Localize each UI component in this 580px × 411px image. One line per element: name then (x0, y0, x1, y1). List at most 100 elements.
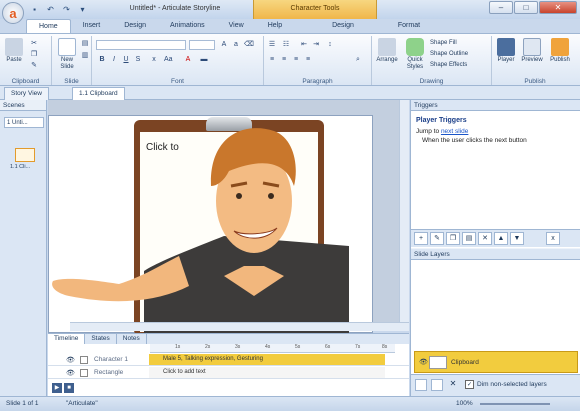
move-down-icon[interactable]: ▼ (510, 232, 524, 245)
tab-notes[interactable]: Notes (117, 334, 147, 344)
delete-trigger-icon[interactable]: ✕ (478, 232, 492, 245)
publish-button[interactable]: Publish (547, 38, 573, 64)
arrange-button[interactable]: Arrange (374, 38, 400, 64)
slide-tab[interactable]: 1.1 Clipboard (72, 87, 125, 100)
increase-indent-icon[interactable]: ⇥ (312, 41, 320, 49)
slide-thumbnail[interactable] (15, 148, 35, 162)
zoom-level[interactable]: 100% (456, 397, 473, 411)
strikethrough-icon[interactable]: S (134, 56, 142, 64)
variables-icon[interactable]: x (546, 232, 560, 245)
dim-layers-checkbox[interactable]: ✓ (465, 380, 474, 389)
save-icon[interactable]: ▪ (28, 3, 41, 16)
preview-button[interactable]: Preview (519, 38, 545, 64)
layout-icon[interactable]: ▤ (81, 40, 89, 48)
find-icon[interactable]: ⌕ (354, 56, 362, 64)
shrink-font-icon[interactable]: a (232, 41, 240, 49)
tab-states[interactable]: States (85, 334, 117, 344)
copy-icon[interactable]: ❐ (30, 51, 38, 59)
bold-icon[interactable]: B (98, 56, 106, 64)
move-up-icon[interactable]: ▲ (494, 232, 508, 245)
paste-button[interactable]: Paste (4, 38, 24, 64)
numbering-icon[interactable]: ☷ (282, 41, 290, 49)
layers-header: Slide Layers (411, 249, 580, 260)
delete-layer-icon[interactable]: ✕ (447, 379, 459, 391)
timeline-ruler[interactable]: 1s 2s 3s 4s 5s 6s 7s 8s (150, 344, 395, 353)
decrease-indent-icon[interactable]: ⇤ (300, 41, 308, 49)
tab-timeline[interactable]: Timeline (48, 334, 86, 344)
character-illustration[interactable] (49, 116, 349, 336)
zoom-slider[interactable] (480, 403, 550, 405)
tab-character-format[interactable]: Format (386, 19, 432, 33)
redo-icon[interactable]: ↷ (60, 3, 73, 16)
tab-view[interactable]: View (217, 19, 256, 33)
shape-fill-button[interactable]: Shape Fill (430, 40, 457, 46)
underline-icon[interactable]: U (122, 56, 130, 64)
next-slide-link[interactable]: next slide (441, 128, 468, 135)
play-icon[interactable]: ▶ (52, 383, 62, 393)
stage-vertical-scrollbar[interactable] (399, 100, 409, 331)
timeline-row[interactable]: 👁 Rectangle Click to add text (48, 367, 409, 379)
font-size-select[interactable] (189, 40, 215, 50)
case-icon[interactable]: Aa (164, 56, 173, 64)
stop-icon[interactable]: ■ (64, 383, 74, 393)
grow-font-icon[interactable]: A (220, 41, 228, 49)
align-center-icon[interactable]: ≡ (280, 56, 288, 64)
copy-trigger-icon[interactable]: ❐ (446, 232, 460, 245)
subscript-icon[interactable]: x (150, 56, 158, 64)
clear-format-icon[interactable]: ⌫ (244, 41, 254, 49)
eye-icon[interactable]: 👁 (66, 369, 75, 377)
quick-styles-button[interactable]: Quick Styles (402, 38, 428, 71)
tab-help[interactable]: Help (256, 19, 294, 33)
italic-icon[interactable]: I (110, 56, 118, 64)
lock-checkbox[interactable] (80, 356, 88, 364)
slide-label: Slide (64, 78, 79, 85)
timeline-bar[interactable]: Male 5, Talking expression, Gesturing (149, 354, 385, 365)
align-right-icon[interactable]: ≡ (292, 56, 300, 64)
eye-icon[interactable]: 👁 (66, 356, 75, 364)
maximize-button[interactable]: □ (514, 1, 538, 14)
duplicate-layer-icon[interactable] (431, 379, 443, 391)
story-view-tab[interactable]: Story View (4, 87, 49, 100)
justify-icon[interactable]: ≡ (304, 56, 312, 64)
edit-trigger-icon[interactable]: ✎ (430, 232, 444, 245)
line-spacing-icon[interactable]: ↕ (326, 41, 334, 49)
scene-select[interactable]: 1 Unti... (4, 117, 44, 128)
publish-label: Publish (524, 78, 546, 85)
tab-character-design[interactable]: Design (320, 19, 366, 33)
base-layer-row[interactable]: 👁 Clipboard (414, 351, 578, 373)
font-family-select[interactable] (96, 40, 186, 50)
stage-horizontal-scrollbar[interactable] (70, 322, 409, 331)
undo-icon[interactable]: ↶ (44, 3, 57, 16)
tab-design[interactable]: Design (112, 19, 158, 33)
slide-canvas[interactable]: Click to (48, 115, 373, 336)
timeline-row[interactable]: 👁 Character 1 Male 5, Talking expression… (48, 354, 409, 366)
new-slide-button[interactable]: New Slide (55, 38, 79, 71)
minimize-button[interactable]: – (489, 1, 513, 14)
tab-home[interactable]: Home (26, 19, 71, 33)
shape-outline-button[interactable]: Shape Outline (430, 51, 468, 57)
new-trigger-icon[interactable]: + (414, 232, 428, 245)
format-painter-icon[interactable]: ✎ (30, 62, 38, 70)
player-button[interactable]: Player (495, 38, 517, 64)
eye-icon[interactable]: 👁 (419, 358, 428, 366)
dim-layers-label: Dim non-selected layers (477, 381, 547, 388)
clipboard-label: Clipboard (11, 78, 40, 85)
font-color-icon[interactable]: A (184, 56, 192, 64)
app-logo-icon[interactable]: a (2, 2, 24, 24)
tab-animations[interactable]: Animations (158, 19, 217, 33)
highlight-icon[interactable]: ▬ (200, 56, 208, 64)
align-left-icon[interactable]: ≡ (268, 56, 276, 64)
tab-insert[interactable]: Insert (71, 19, 113, 33)
new-layer-icon[interactable] (415, 379, 427, 391)
duplicate-icon[interactable]: ▥ (81, 52, 89, 60)
customize-icon[interactable]: ▾ (76, 3, 89, 16)
shape-effects-button[interactable]: Shape Effects (430, 62, 467, 68)
cut-icon[interactable]: ✂ (30, 40, 38, 48)
timeline-bar[interactable]: Click to add text (149, 367, 385, 378)
bullets-icon[interactable]: ☰ (268, 41, 276, 49)
lock-checkbox[interactable] (80, 369, 88, 377)
close-button[interactable]: ✕ (539, 1, 577, 14)
paste-trigger-icon[interactable]: ▤ (462, 232, 476, 245)
title-bar: a ▪ ↶ ↷ ▾ Untitled* - Articulate Storyli… (0, 0, 580, 24)
font-group: A a ⌫ B I U S x Aa A ▬ Font (92, 36, 264, 85)
